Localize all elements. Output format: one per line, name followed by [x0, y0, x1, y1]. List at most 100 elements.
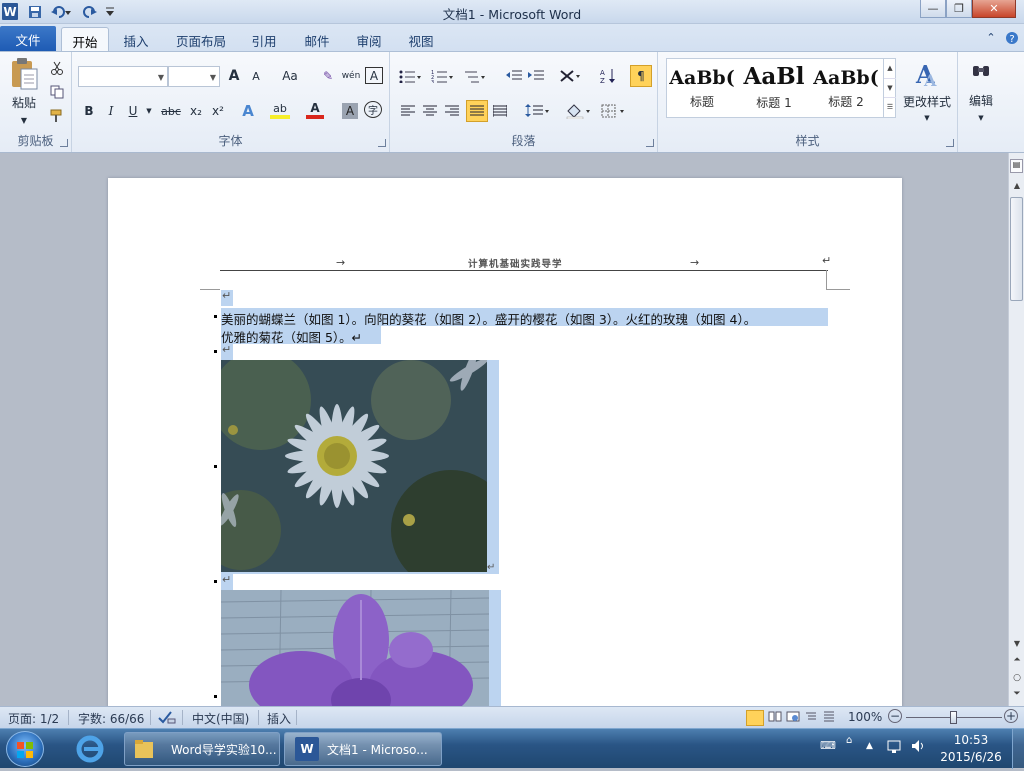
- clipboard-dialog-launcher[interactable]: [60, 139, 68, 147]
- tab-review[interactable]: 审阅: [349, 27, 389, 51]
- gallery-up-icon[interactable]: ▲: [884, 59, 896, 78]
- sort-icon[interactable]: AZ: [598, 66, 618, 86]
- document-page[interactable]: → 计算机基础实践导学 → ↵ ↵ 美丽的蝴蝶兰（如图 1）。向阳的葵花（如图 …: [108, 178, 902, 706]
- align-right-icon[interactable]: [442, 101, 462, 121]
- character-shading-button[interactable]: A: [342, 103, 358, 119]
- highlight-button[interactable]: ab: [270, 101, 290, 119]
- clock-time[interactable]: 10:53: [936, 733, 1006, 747]
- keyboard-icon[interactable]: ⌨: [820, 739, 838, 753]
- ruler-toggle-icon[interactable]: ▤: [1010, 159, 1023, 173]
- editing-dropdown-icon[interactable]: ▼: [974, 108, 988, 128]
- strikethrough-button[interactable]: abc: [158, 101, 184, 121]
- copy-icon[interactable]: [48, 82, 66, 102]
- bullets-icon[interactable]: [398, 66, 422, 86]
- justify-icon[interactable]: [466, 100, 488, 122]
- tab-view[interactable]: 视图: [401, 27, 441, 51]
- grow-font-button[interactable]: A: [224, 66, 244, 86]
- enclose-characters-button[interactable]: 字: [364, 101, 382, 118]
- close-button[interactable]: ✕: [972, 0, 1016, 18]
- paste-dropdown-icon[interactable]: ▼: [16, 110, 32, 130]
- zoom-level[interactable]: 100%: [848, 710, 882, 724]
- start-button[interactable]: [6, 731, 44, 767]
- proofing-icon[interactable]: [158, 710, 176, 727]
- gallery-scroll[interactable]: ▲ ▼ ☰: [883, 59, 896, 117]
- align-left-icon[interactable]: [398, 101, 418, 121]
- zoom-out-icon[interactable]: −: [888, 709, 902, 723]
- ie-icon[interactable]: [70, 733, 110, 765]
- gallery-down-icon[interactable]: ▼: [884, 78, 896, 97]
- web-layout-icon[interactable]: [786, 710, 800, 726]
- cut-icon[interactable]: [48, 58, 66, 78]
- draft-view-icon[interactable]: [822, 710, 836, 726]
- line-spacing-icon[interactable]: [524, 101, 550, 121]
- minimize-button[interactable]: —: [920, 0, 946, 18]
- italic-button[interactable]: I: [102, 101, 120, 121]
- paste-icon[interactable]: [6, 56, 42, 92]
- scroll-thumb[interactable]: [1010, 197, 1023, 301]
- show-desktop-button[interactable]: [1012, 729, 1024, 769]
- daisy-image[interactable]: [221, 360, 487, 572]
- numbering-icon[interactable]: 123: [430, 66, 454, 86]
- volume-icon[interactable]: [910, 738, 926, 754]
- zoom-in-icon[interactable]: +: [1004, 709, 1018, 723]
- gallery-more-icon[interactable]: ☰: [884, 97, 896, 116]
- outline-view-icon[interactable]: [804, 710, 818, 726]
- taskbar-item-folder[interactable]: Word导学实验10...: [124, 732, 280, 766]
- input-method-icon[interactable]: ⌂: [846, 735, 858, 746]
- tab-references[interactable]: 引用: [244, 27, 284, 51]
- minimize-ribbon-icon[interactable]: ⌃: [984, 27, 998, 51]
- help-icon[interactable]: ?: [1004, 27, 1020, 51]
- paragraph-shading-icon[interactable]: [564, 101, 592, 121]
- vertical-scrollbar[interactable]: ▤ ▲ ▼ ⏶ ○ ⏷: [1008, 153, 1024, 706]
- shrink-font-button[interactable]: A: [246, 66, 266, 86]
- paste-button[interactable]: 粘贴: [4, 92, 44, 112]
- change-case-button[interactable]: Aa: [276, 66, 304, 86]
- change-styles-dropdown-icon[interactable]: ▼: [920, 108, 934, 128]
- underline-dropdown-icon[interactable]: ▼: [144, 101, 154, 121]
- network-icon[interactable]: [886, 739, 902, 755]
- styles-dialog-launcher[interactable]: [946, 139, 954, 147]
- underline-button[interactable]: U: [124, 101, 142, 121]
- tab-home[interactable]: 开始: [61, 27, 109, 51]
- previous-page-icon[interactable]: ⏶: [1011, 655, 1023, 665]
- superscript-button[interactable]: x²: [208, 101, 228, 121]
- tab-page-layout[interactable]: 页面布局: [170, 27, 232, 51]
- paragraph-dialog-launcher[interactable]: [646, 139, 654, 147]
- distributed-icon[interactable]: [490, 101, 510, 121]
- font-name-combo[interactable]: ▼: [78, 66, 168, 87]
- show-hidden-icons[interactable]: ▲: [866, 741, 876, 751]
- multilevel-list-icon[interactable]: [462, 66, 486, 86]
- browse-object-icon[interactable]: ○: [1011, 673, 1023, 683]
- clear-formatting-button[interactable]: ✎: [318, 66, 338, 86]
- orchid-image[interactable]: [221, 590, 489, 706]
- print-layout-view-icon[interactable]: [746, 710, 764, 726]
- tab-mailings[interactable]: 邮件: [297, 27, 337, 51]
- clock-date[interactable]: 2015/6/26: [936, 750, 1006, 764]
- format-painter-icon[interactable]: [48, 106, 66, 126]
- show-formatting-marks-icon[interactable]: ¶: [630, 65, 652, 87]
- page-count[interactable]: 页面: 1/2: [8, 710, 59, 727]
- scroll-up-icon[interactable]: ▲: [1011, 181, 1023, 190]
- full-screen-reading-icon[interactable]: [768, 710, 782, 726]
- text-effects-button[interactable]: A: [238, 101, 258, 121]
- restore-button[interactable]: ❐: [946, 0, 972, 18]
- character-border-button[interactable]: A: [365, 67, 383, 84]
- editing-button[interactable]: 编辑: [960, 90, 1002, 110]
- font-dialog-launcher[interactable]: [378, 139, 386, 147]
- align-center-icon[interactable]: [420, 101, 440, 121]
- font-size-combo[interactable]: ▼: [168, 66, 220, 87]
- borders-icon[interactable]: [600, 101, 628, 121]
- tab-insert[interactable]: 插入: [116, 27, 156, 51]
- insert-mode-indicator[interactable]: 插入: [267, 710, 291, 727]
- body-text-line[interactable]: 优雅的菊花（如图 5）。↵: [221, 327, 362, 346]
- increase-indent-icon[interactable]: [526, 66, 546, 86]
- change-styles-icon[interactable]: AA: [902, 58, 952, 90]
- taskbar-item-word[interactable]: W 文档1 - Microso...: [284, 732, 442, 766]
- word-count[interactable]: 字数: 66/66: [78, 710, 144, 727]
- style-heading-1[interactable]: AaBl 标题 1: [739, 59, 809, 117]
- subscript-button[interactable]: x₂: [186, 101, 206, 121]
- phonetic-guide-button[interactable]: wén: [340, 66, 362, 86]
- next-page-icon[interactable]: ⏷: [1011, 689, 1023, 699]
- chinese-layout-icon[interactable]: [558, 66, 582, 86]
- style-title[interactable]: AaBb(标题: [667, 59, 737, 117]
